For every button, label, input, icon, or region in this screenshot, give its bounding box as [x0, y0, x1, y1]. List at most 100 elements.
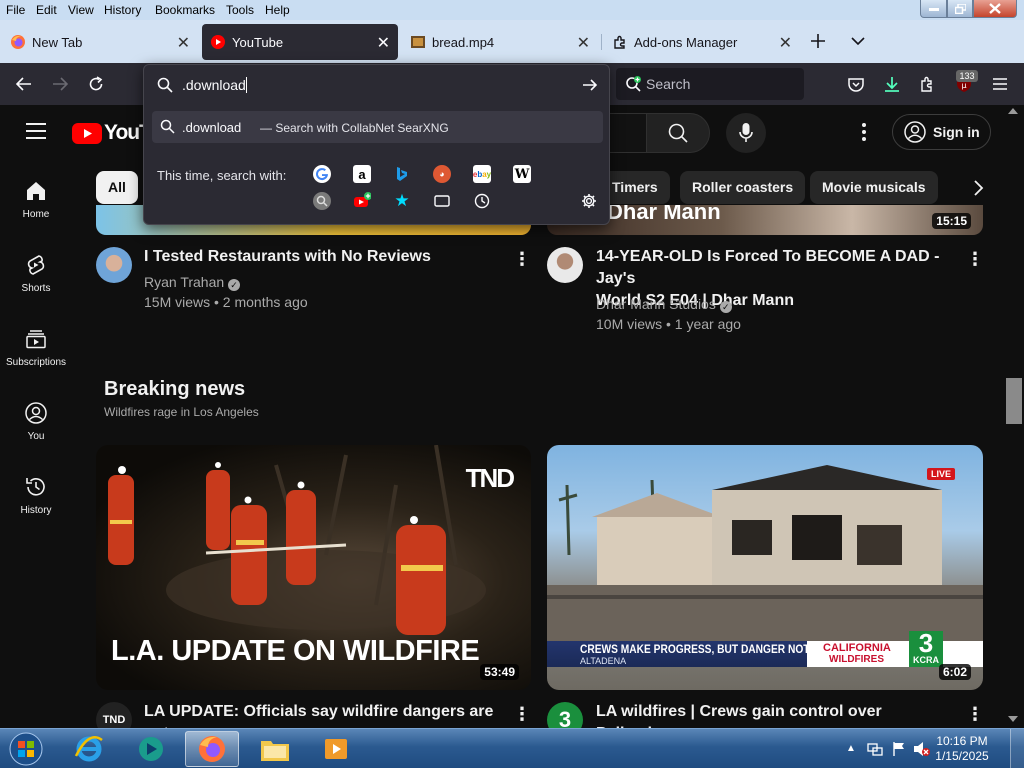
bookmarks-star-icon[interactable]: ★ [393, 191, 411, 210]
tab-new-tab[interactable]: New Tab ✕ [2, 24, 198, 60]
restore-button[interactable] [947, 0, 973, 18]
google-icon[interactable] [313, 165, 331, 183]
video-menu-button[interactable]: ⋮ [965, 249, 985, 269]
amazon-icon[interactable]: a [353, 165, 371, 183]
show-desktop-button[interactable] [1010, 729, 1024, 768]
sign-in-label: Sign in [933, 124, 980, 140]
list-all-tabs-button[interactable] [845, 28, 871, 54]
tab-bread-mp4[interactable]: bread.mp4 ✕ [402, 24, 598, 60]
tab-title: bread.mp4 [432, 35, 495, 50]
search-icon [160, 119, 175, 134]
bing-icon[interactable] [393, 165, 411, 183]
reload-button[interactable] [83, 71, 109, 97]
video-thumbnail-partial[interactable]: Dhar Mann 15:15 [547, 205, 983, 235]
close-tab-icon[interactable]: ✕ [377, 33, 390, 53]
tabs-icon[interactable] [433, 192, 451, 210]
tray-network-icon[interactable] [867, 741, 883, 757]
settings-kebab-button[interactable] [854, 122, 874, 142]
tab-youtube[interactable]: YouTube ✕ [202, 24, 398, 60]
video-player-icon [325, 739, 347, 759]
tab-addons-manager[interactable]: Add-ons Manager ✕ [604, 24, 800, 60]
video-thumbnail[interactable]: LIVE CREWS MAKE PROGRESS, BUT DANGER NOT… [547, 445, 983, 690]
minimize-button[interactable] [920, 0, 947, 18]
taskbar-explorer[interactable] [248, 731, 302, 767]
video-menu-button[interactable]: ⋮ [512, 704, 532, 724]
taskbar-media-app[interactable] [124, 731, 178, 767]
tray-flag-icon[interactable] [891, 741, 907, 757]
lower-third-headline: CREWS MAKE PROGRESS, BUT DANGER NOT OVER [580, 642, 842, 656]
search-suggestion-row[interactable]: .download — Search with CollabNet SearXN… [152, 111, 603, 143]
chip-movie-musicals[interactable]: Movie musicals [810, 171, 938, 204]
menu-edit[interactable]: Edit [36, 3, 57, 17]
taskbar-firefox[interactable] [185, 731, 239, 767]
extensions-button[interactable] [915, 71, 941, 97]
youtube-search-icon[interactable] [353, 192, 371, 210]
urlbar-dropdown: .download .download — Search with Collab… [143, 64, 610, 225]
search-icon [668, 123, 688, 143]
back-button[interactable] [11, 71, 37, 97]
new-tab-button[interactable] [805, 28, 831, 54]
menu-view[interactable]: View [68, 3, 94, 17]
chips-next-button[interactable] [968, 178, 988, 198]
tab-title: New Tab [32, 35, 83, 50]
tray-volume-muted-icon[interactable] [913, 741, 931, 757]
nav-shorts[interactable]: Shorts [0, 253, 72, 294]
downloads-button[interactable] [879, 71, 905, 97]
taskbar-clock[interactable]: 10:16 PM 1/15/2025 [932, 734, 992, 764]
browser-search-box[interactable]: Search [616, 68, 804, 100]
scroll-up-arrow-icon[interactable] [1008, 108, 1018, 114]
tray-overflow-icon[interactable]: ▲ [846, 743, 856, 754]
nav-you[interactable]: You [0, 401, 72, 442]
channel-name[interactable]: Ryan Trahan ✓ [144, 274, 241, 291]
search-add-icon [626, 76, 641, 92]
nav-home[interactable]: Home [0, 179, 72, 220]
start-button[interactable] [0, 731, 52, 767]
searxng-icon[interactable] [313, 192, 331, 210]
video-thumbnail[interactable]: TND L.A. UPDATE ON WILDFIRE 53:49 [96, 445, 531, 690]
chip-roller-coasters[interactable]: Roller coasters [680, 171, 806, 204]
close-tab-icon[interactable]: ✕ [779, 33, 792, 53]
url-input-value: .download [182, 77, 247, 93]
chip-all[interactable]: All [96, 171, 138, 204]
scroll-down-arrow-icon[interactable] [1008, 716, 1018, 722]
taskbar-internet-explorer[interactable] [62, 731, 116, 767]
voice-search-button[interactable] [726, 113, 766, 153]
search-settings-gear-icon[interactable] [580, 192, 598, 210]
url-input[interactable]: .download [144, 65, 609, 105]
menu-history[interactable]: History [104, 3, 141, 17]
windows-start-orb-icon [9, 732, 43, 766]
sign-in-button[interactable]: Sign in [892, 114, 991, 150]
close-tab-icon[interactable]: ✕ [577, 33, 590, 53]
pocket-button[interactable] [843, 71, 869, 97]
nav-label: Home [22, 209, 50, 220]
video-menu-button[interactable]: ⋮ [512, 249, 532, 269]
ublock-count-badge: 133 [956, 70, 978, 82]
chip-timers[interactable]: Timers [600, 171, 670, 204]
duckduckgo-icon[interactable]: ◕ [433, 165, 451, 183]
scrollbar-thumb[interactable] [1006, 378, 1022, 424]
ebay-icon[interactable]: ebay [473, 165, 491, 183]
video-file-icon [411, 36, 425, 48]
forward-button[interactable] [47, 71, 73, 97]
taskbar-video-app[interactable] [309, 731, 363, 767]
channel-name[interactable]: Dhar Mann Studios ✓ [596, 296, 732, 313]
channel-avatar[interactable] [96, 247, 132, 283]
video-title[interactable]: I Tested Restaurants with No Reviews [144, 246, 504, 268]
menu-bookmarks[interactable]: Bookmarks [155, 3, 215, 17]
nav-subscriptions[interactable]: Subscriptions [0, 327, 72, 368]
nav-history[interactable]: History [0, 475, 72, 516]
close-tab-icon[interactable]: ✕ [177, 33, 190, 53]
wikipedia-icon[interactable]: W [513, 165, 531, 183]
menu-help[interactable]: Help [265, 3, 290, 17]
history-clock-icon[interactable] [473, 192, 491, 210]
channel-avatar[interactable] [547, 247, 583, 283]
youtube-icon [211, 35, 225, 49]
go-arrow-icon[interactable] [582, 78, 598, 92]
video-menu-button[interactable]: ⋮ [965, 704, 985, 724]
menu-tools[interactable]: Tools [226, 3, 254, 17]
close-window-button[interactable] [973, 0, 1017, 18]
app-menu-button[interactable] [987, 71, 1013, 97]
text-caret [245, 77, 247, 93]
yt-search-button[interactable] [646, 113, 710, 153]
menu-file[interactable]: File [6, 3, 25, 17]
